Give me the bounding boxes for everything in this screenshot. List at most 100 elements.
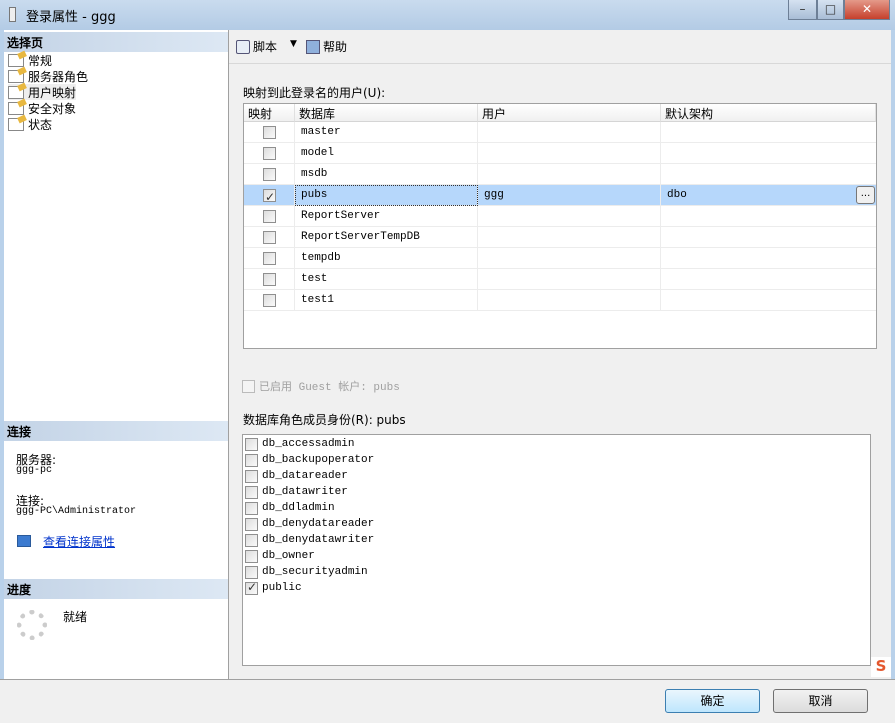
role-item[interactable]: db_datawriter xyxy=(245,484,348,500)
map-checkbox[interactable] xyxy=(263,187,276,207)
role-name: db_datawriter xyxy=(262,486,348,498)
role-checkbox[interactable] xyxy=(245,580,258,595)
map-checkbox[interactable] xyxy=(263,231,276,244)
column-header-default-schema[interactable]: 默认架构 xyxy=(661,104,876,122)
role-item[interactable]: db_owner xyxy=(245,548,315,564)
table-row[interactable]: master xyxy=(244,122,876,143)
script-dropdown-arrow-icon[interactable]: ▼ xyxy=(290,39,297,49)
page-item[interactable]: 状态 xyxy=(8,116,52,132)
table-row[interactable]: ReportServerTempDB xyxy=(244,227,876,248)
close-button[interactable]: ✕ xyxy=(844,0,890,20)
mapping-label: 映射到此登录名的用户(U): xyxy=(243,86,386,100)
table-row[interactable]: ReportServer xyxy=(244,206,876,227)
page-item[interactable]: 服务器角色 xyxy=(8,68,88,84)
schema-cell[interactable] xyxy=(661,290,876,311)
schema-cell[interactable]: dbo xyxy=(661,185,876,206)
page-item[interactable]: 用户映射 xyxy=(8,84,77,100)
role-item[interactable]: db_datareader xyxy=(245,468,348,484)
table-row[interactable]: tempdb xyxy=(244,248,876,269)
user-cell[interactable] xyxy=(478,122,661,143)
table-row[interactable]: model xyxy=(244,143,876,164)
user-cell[interactable] xyxy=(478,290,661,311)
minimize-button[interactable]: – xyxy=(788,0,817,20)
user-cell[interactable] xyxy=(478,164,661,185)
page-item[interactable]: 安全对象 xyxy=(8,100,76,116)
maximize-button[interactable]: □ xyxy=(817,0,844,20)
schema-cell[interactable] xyxy=(661,206,876,227)
page-label: 用户映射 xyxy=(28,85,77,100)
column-header-mapped[interactable]: 映射 xyxy=(244,104,295,122)
button-bar xyxy=(0,679,895,723)
schema-cell[interactable] xyxy=(661,227,876,248)
user-cell[interactable] xyxy=(478,206,661,227)
role-item[interactable]: db_accessadmin xyxy=(245,436,354,452)
role-checkbox[interactable] xyxy=(245,437,258,451)
column-header-database[interactable]: 数据库 xyxy=(295,104,478,122)
guest-account-checkbox: 已启用 Guest 帐户: pubs xyxy=(242,378,400,394)
database-cell: test xyxy=(295,269,478,290)
left-panel: 选择页 常规 服务器角色 用户映射 安全对象 状态 连接 服务器: ggg-pc 连接:… xyxy=(4,30,229,679)
user-mapping-grid: 映射 数据库 用户 默认架构 mastermodelmsdbpubsgggdbo… xyxy=(243,103,877,349)
schema-cell[interactable] xyxy=(661,248,876,269)
map-checkbox[interactable] xyxy=(263,294,276,307)
connection-header: 连接 xyxy=(4,421,228,441)
schema-browse-button[interactable]: ... xyxy=(856,186,875,204)
role-checkbox[interactable] xyxy=(245,501,258,515)
user-cell[interactable] xyxy=(478,143,661,164)
role-item[interactable]: db_denydatareader xyxy=(245,516,374,532)
role-name: db_ddladmin xyxy=(262,502,335,514)
connection-value: ggg-PC\Administrator xyxy=(16,506,137,517)
table-row[interactable]: pubsgggdbo... xyxy=(244,185,876,207)
window-icon xyxy=(9,7,16,22)
page-item[interactable]: 常规 xyxy=(8,52,52,68)
role-name: db_backupoperator xyxy=(262,454,375,466)
role-item[interactable]: public xyxy=(245,580,302,596)
map-checkbox[interactable] xyxy=(263,210,276,223)
cancel-button[interactable]: 取消 xyxy=(773,689,868,713)
table-row[interactable]: msdb xyxy=(244,164,876,185)
map-checkbox[interactable] xyxy=(263,252,276,265)
role-checkbox[interactable] xyxy=(245,517,258,531)
script-button[interactable]: 脚本 xyxy=(236,38,277,55)
role-checkbox[interactable] xyxy=(245,565,258,579)
page-label: 状态 xyxy=(28,117,53,132)
schema-cell[interactable] xyxy=(661,122,876,143)
schema-cell[interactable] xyxy=(661,164,876,185)
map-checkbox[interactable] xyxy=(263,147,276,160)
progress-header: 进度 xyxy=(4,579,228,599)
ok-button[interactable]: 确定 xyxy=(665,689,760,713)
role-item[interactable]: db_backupoperator xyxy=(245,452,374,468)
page-icon xyxy=(8,85,24,99)
schema-cell[interactable] xyxy=(661,269,876,290)
map-checkbox[interactable] xyxy=(263,273,276,286)
role-item[interactable]: db_denydatawriter xyxy=(245,532,374,548)
server-value: ggg-pc xyxy=(16,465,53,476)
role-name: db_denydatareader xyxy=(262,518,375,530)
role-checkbox[interactable] xyxy=(245,469,258,483)
user-cell[interactable] xyxy=(478,248,661,269)
database-cell: ReportServer xyxy=(295,206,478,227)
table-row[interactable]: test xyxy=(244,269,876,290)
help-button[interactable]: 帮助 xyxy=(306,38,347,55)
map-checkbox[interactable] xyxy=(263,168,276,181)
column-header-user[interactable]: 用户 xyxy=(478,104,661,122)
user-cell[interactable] xyxy=(478,269,661,290)
guest-label: 已启用 Guest 帐户: pubs xyxy=(259,382,400,394)
role-item[interactable]: db_securityadmin xyxy=(245,564,368,580)
table-row[interactable]: test1 xyxy=(244,290,876,311)
user-cell[interactable]: ggg xyxy=(478,185,661,206)
role-checkbox[interactable] xyxy=(245,485,258,499)
right-panel: 脚本 ▼ 帮助 映射到此登录名的用户(U): 映射 数据库 用户 默认架构 ma… xyxy=(229,30,891,681)
role-checkbox[interactable] xyxy=(245,549,258,563)
role-item[interactable]: db_ddladmin xyxy=(245,500,335,516)
ime-logo-icon: S xyxy=(871,657,891,677)
connection-properties-icon xyxy=(17,535,31,547)
role-checkbox[interactable] xyxy=(245,453,258,467)
map-checkbox[interactable] xyxy=(263,126,276,139)
view-connection-properties-link[interactable]: 查看连接属性 xyxy=(43,533,115,550)
window-title: 登录属性 - ggg xyxy=(26,10,116,25)
schema-cell[interactable] xyxy=(661,143,876,164)
role-checkbox[interactable] xyxy=(245,533,258,547)
toolbar: 脚本 ▼ 帮助 xyxy=(229,30,891,64)
user-cell[interactable] xyxy=(478,227,661,248)
